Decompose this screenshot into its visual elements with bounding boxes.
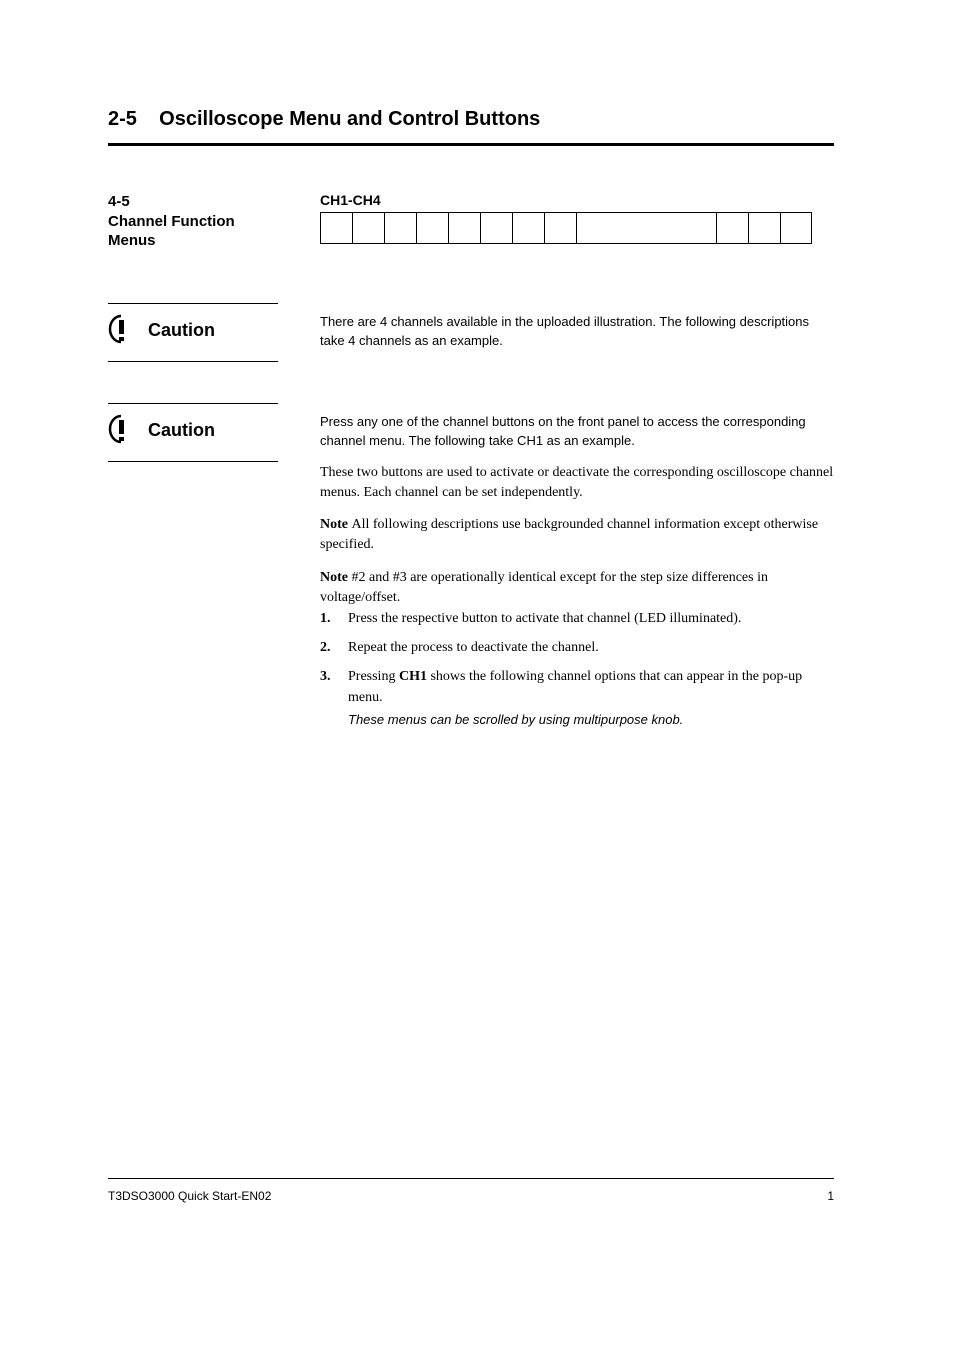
caution-body-2: Press any one of the channel buttons on …	[320, 412, 834, 451]
list-item: 1.Press the respective button to activat…	[320, 608, 834, 629]
step-text: Press the respective button to activate …	[348, 608, 834, 629]
exclamation-icon	[108, 414, 134, 449]
section-rule	[108, 143, 834, 146]
step-text: Repeat the process to deactivate the cha…	[348, 637, 834, 658]
channel-box	[716, 212, 748, 244]
footer-rule	[108, 1178, 834, 1179]
caution-body-1: There are 4 channels available in the up…	[320, 312, 834, 351]
note-1: Note All following descriptions use back…	[320, 515, 834, 556]
page-footer: T3DSO3000 Quick Start-EN02 1	[108, 1189, 834, 1203]
footer-page-number: 1	[827, 1189, 834, 1203]
channel-boxes	[320, 212, 834, 244]
section-number: 2-5	[108, 108, 137, 130]
controls-heading: CH1-CH4	[320, 192, 834, 208]
channel-box	[576, 212, 716, 244]
caution-group-1: Caution There are 4 channels available i…	[108, 303, 834, 351]
controls-right: CH1-CH4	[320, 192, 834, 244]
page: 2-5 Oscilloscope Menu and Control Button…	[0, 0, 954, 1351]
exclamation-icon	[108, 314, 134, 349]
channel-box	[748, 212, 780, 244]
caution-label: Caution	[148, 320, 215, 342]
channel-box	[320, 212, 352, 244]
caution-group-2: Caution Press any one of the channel but…	[108, 403, 834, 451]
channel-box	[512, 212, 544, 244]
channel-box	[384, 212, 416, 244]
main-description: These two buttons are used to activate o…	[320, 463, 834, 504]
step-subtext: These menus can be scrolled by using mul…	[348, 710, 834, 730]
channel-box	[544, 212, 576, 244]
caution-label: Caution	[148, 420, 215, 442]
section-heading: Oscilloscope Menu and Control Buttons	[159, 108, 540, 130]
step-text: Pressing CH1 shows the following channel…	[348, 666, 834, 730]
list-item: 2.Repeat the process to deactivate the c…	[320, 637, 834, 658]
note-2: Note #2 and #3 are operationally identic…	[320, 568, 834, 609]
caution-block: Caution	[108, 303, 278, 362]
controls-row: 4-5 Channel Function Menus CH1-CH4	[108, 192, 834, 251]
step-number: 3.	[320, 666, 348, 730]
channel-box	[352, 212, 384, 244]
channel-box	[416, 212, 448, 244]
channel-box	[480, 212, 512, 244]
channel-box	[780, 212, 812, 244]
footer-left: T3DSO3000 Quick Start-EN02	[108, 1189, 271, 1203]
list-item: 3.Pressing CH1 shows the following chann…	[320, 666, 834, 730]
caution-block: Caution	[108, 403, 278, 462]
steps-list: 1.Press the respective button to activat…	[320, 608, 834, 730]
channel-box	[448, 212, 480, 244]
section-title: 2-5 Oscilloscope Menu and Control Button…	[108, 108, 834, 131]
controls-sidebar-label: 4-5 Channel Function Menus	[108, 192, 320, 251]
step-number: 1.	[320, 608, 348, 629]
step-number: 2.	[320, 637, 348, 658]
